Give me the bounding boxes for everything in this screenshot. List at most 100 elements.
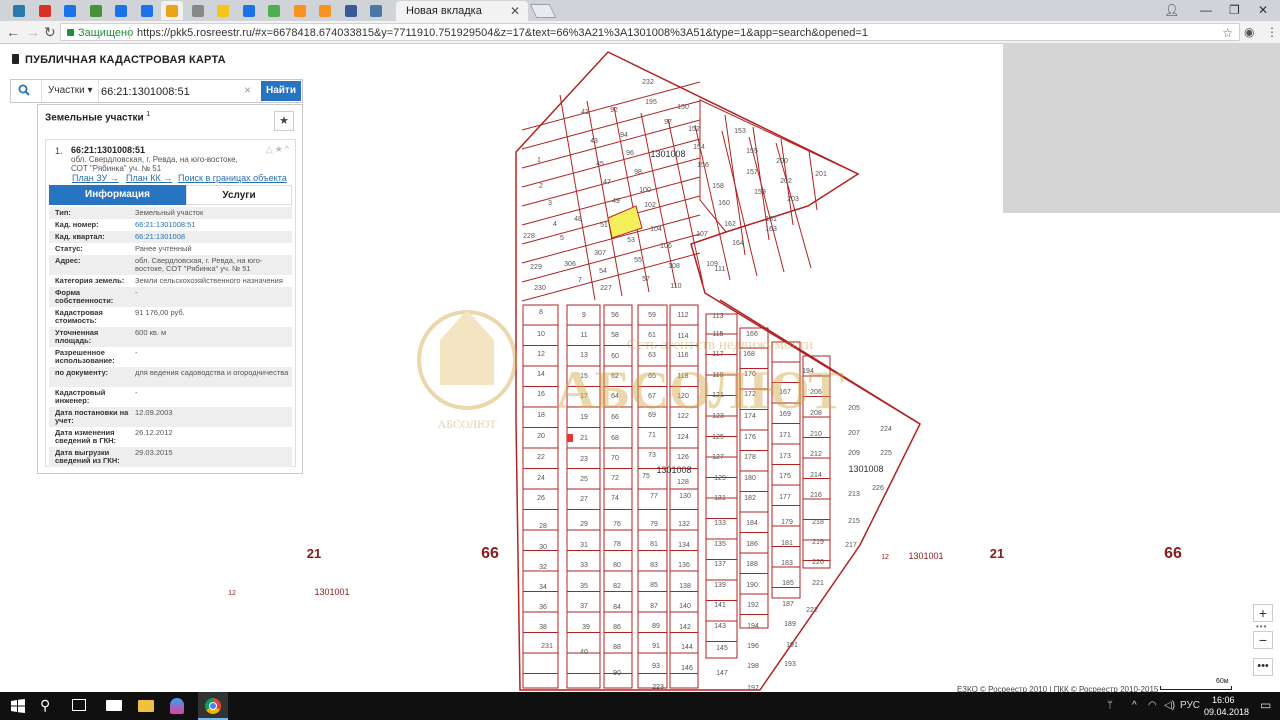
extension-icon[interactable]: ◉ (1244, 25, 1254, 39)
taskbar-chrome[interactable] (198, 692, 228, 720)
pinned-tab[interactable] (161, 1, 183, 20)
parcel-number-label: 228 (523, 233, 535, 240)
watermark-small: АБСОЛЮТ (437, 417, 497, 431)
tab-information[interactable]: Информация (49, 185, 186, 205)
info-value[interactable]: 66:21:1301008 (135, 233, 290, 241)
search-input[interactable] (99, 83, 253, 101)
search-icon[interactable]: ⚲ (40, 697, 56, 713)
find-button[interactable]: Найти (261, 81, 301, 101)
parcel-number-label: 231 (541, 643, 553, 650)
search-type-select[interactable]: Участки ▾ (41, 80, 100, 102)
clear-icon[interactable]: × (244, 83, 251, 97)
favorite-star-button[interactable]: ★ (274, 111, 294, 131)
zoom-slider[interactable]: ••• (1256, 622, 1267, 631)
parcel-line (808, 150, 818, 211)
browser-icon (115, 4, 127, 17)
parcel-number-label: 39 (582, 624, 590, 631)
restore-icon[interactable]: ❐ (1229, 3, 1240, 17)
taskbar: ⚲ ᛘ ^ ◠ ◁) РУС 16:06 09.04.2018 ▭ (0, 692, 1280, 720)
forward-icon[interactable]: → (26, 24, 40, 40)
parcel-number-label: 150 (677, 104, 689, 111)
info-row: Кад. квартал: 66:21:1301008 (49, 231, 292, 243)
tray-chevron-icon[interactable]: ^ (1132, 700, 1137, 711)
mail-icon[interactable] (106, 700, 122, 711)
parcel-number-label: 11 (580, 332, 587, 339)
secure-indicator[interactable]: Защищено (67, 24, 133, 42)
browser-app-icon[interactable] (170, 698, 184, 714)
pinned-tab[interactable] (238, 1, 260, 20)
parcel-number-label: 20 (537, 433, 545, 440)
pinned-tab[interactable] (187, 1, 209, 20)
parcel-number-label: 35 (580, 583, 588, 590)
pinned-tab[interactable] (8, 1, 30, 20)
pinned-tab[interactable] (85, 1, 107, 20)
result-card: 1. 66:21:1301008:51 обл. Свердловская, г… (45, 139, 296, 467)
back-icon[interactable]: ← (6, 24, 20, 40)
plan-zu-link[interactable]: План ЗУ → (72, 173, 119, 183)
mail-icon (38, 4, 51, 17)
menu-icon[interactable]: ⋮ (1266, 25, 1278, 39)
parcel-line (724, 114, 746, 256)
parcel-number-label: 164 (732, 240, 744, 247)
warning-icon[interactable]: △ (266, 144, 275, 154)
tab-services[interactable]: Услуги (186, 185, 292, 205)
pinned-tab[interactable] (289, 1, 311, 20)
result-cad-number[interactable]: 66:21:1301008:51 (71, 145, 145, 155)
reload-icon[interactable]: ↻ (44, 24, 56, 40)
volume-icon[interactable]: ◁) (1164, 700, 1175, 711)
plan-kk-link[interactable]: План КК → (126, 173, 172, 183)
close-window-icon[interactable]: ✕ (1258, 3, 1268, 17)
pinned-tab[interactable] (314, 1, 336, 20)
pinned-tab[interactable] (110, 1, 132, 20)
pinned-tab[interactable] (340, 1, 362, 20)
pinned-tab[interactable] (59, 1, 81, 20)
search-icon[interactable] (18, 84, 30, 96)
parcel-number-label: 7 (578, 277, 582, 284)
folder-icon[interactable] (138, 700, 154, 712)
parcel-number-label: 106 (660, 243, 672, 250)
info-key: Дата выгрузки сведений из ГКН: (55, 448, 120, 465)
url-field[interactable]: Защищено https://pkk5.rosreestr.ru/#x=66… (60, 23, 1240, 41)
pinned-tab[interactable] (263, 1, 285, 20)
minimize-icon[interactable]: — (1200, 3, 1212, 17)
star-icon[interactable]: ★ (275, 144, 285, 154)
map-more-button[interactable]: ••• (1253, 658, 1273, 676)
parcel-number-label: 68 (611, 435, 619, 442)
browser-tab-bar: Новая вкладка ✕ 👤︎ — ❐ ✕ (0, 0, 1280, 21)
parcel-number-label: 139 (714, 582, 726, 589)
task-view-icon[interactable] (72, 699, 86, 711)
pinned-tab[interactable] (136, 1, 158, 20)
parcel-number-label: 171 (779, 432, 791, 439)
parcel-number-label: 307 (594, 250, 606, 257)
url-text[interactable]: https://pkk5.rosreestr.ru/#x=6678418.674… (137, 24, 868, 42)
people-icon[interactable]: ᛘ (1107, 700, 1113, 711)
new-tab-button[interactable] (529, 4, 557, 18)
quarter-label: 1301008 (650, 149, 685, 159)
parcel-number-label: 3 (548, 200, 552, 207)
bookmark-star-icon[interactable]: ☆ (1222, 24, 1233, 42)
network-icon[interactable]: ◠ (1148, 700, 1157, 711)
selected-parcel-51[interactable] (607, 205, 643, 239)
pinned-tab[interactable] (34, 1, 56, 20)
info-value[interactable]: 66:21:1301008:51 (135, 221, 290, 229)
notifications-icon[interactable]: ▭ (1260, 698, 1271, 712)
parcel-number-label: 51 (600, 222, 608, 229)
parcel-number-label: 56 (611, 312, 619, 319)
tab-new-tab[interactable]: Новая вкладка ✕ (396, 1, 528, 21)
parcel-number-label: 90 (613, 670, 621, 677)
parcel-number-label: 63 (648, 352, 656, 359)
info-key: Форма собственности: (55, 288, 114, 305)
parcel-number-label: 157 (746, 169, 758, 176)
collapse-icon[interactable]: ^ (285, 144, 291, 154)
pinned-tab[interactable] (365, 1, 387, 20)
profile-icon[interactable]: 👤︎ (1164, 3, 1179, 17)
close-tab-icon[interactable]: ✕ (510, 1, 520, 21)
pinned-tab[interactable] (212, 1, 234, 20)
windows-start-icon[interactable] (10, 698, 26, 714)
clock-date[interactable]: 09.04.2018 (1204, 707, 1249, 717)
language-indicator[interactable]: РУС (1180, 700, 1200, 711)
clock-time[interactable]: 16:06 (1212, 695, 1235, 705)
zoom-out-button[interactable]: − (1253, 631, 1273, 649)
parcel-number-label: 181 (781, 540, 793, 547)
zoom-in-button[interactable]: + (1253, 604, 1273, 622)
